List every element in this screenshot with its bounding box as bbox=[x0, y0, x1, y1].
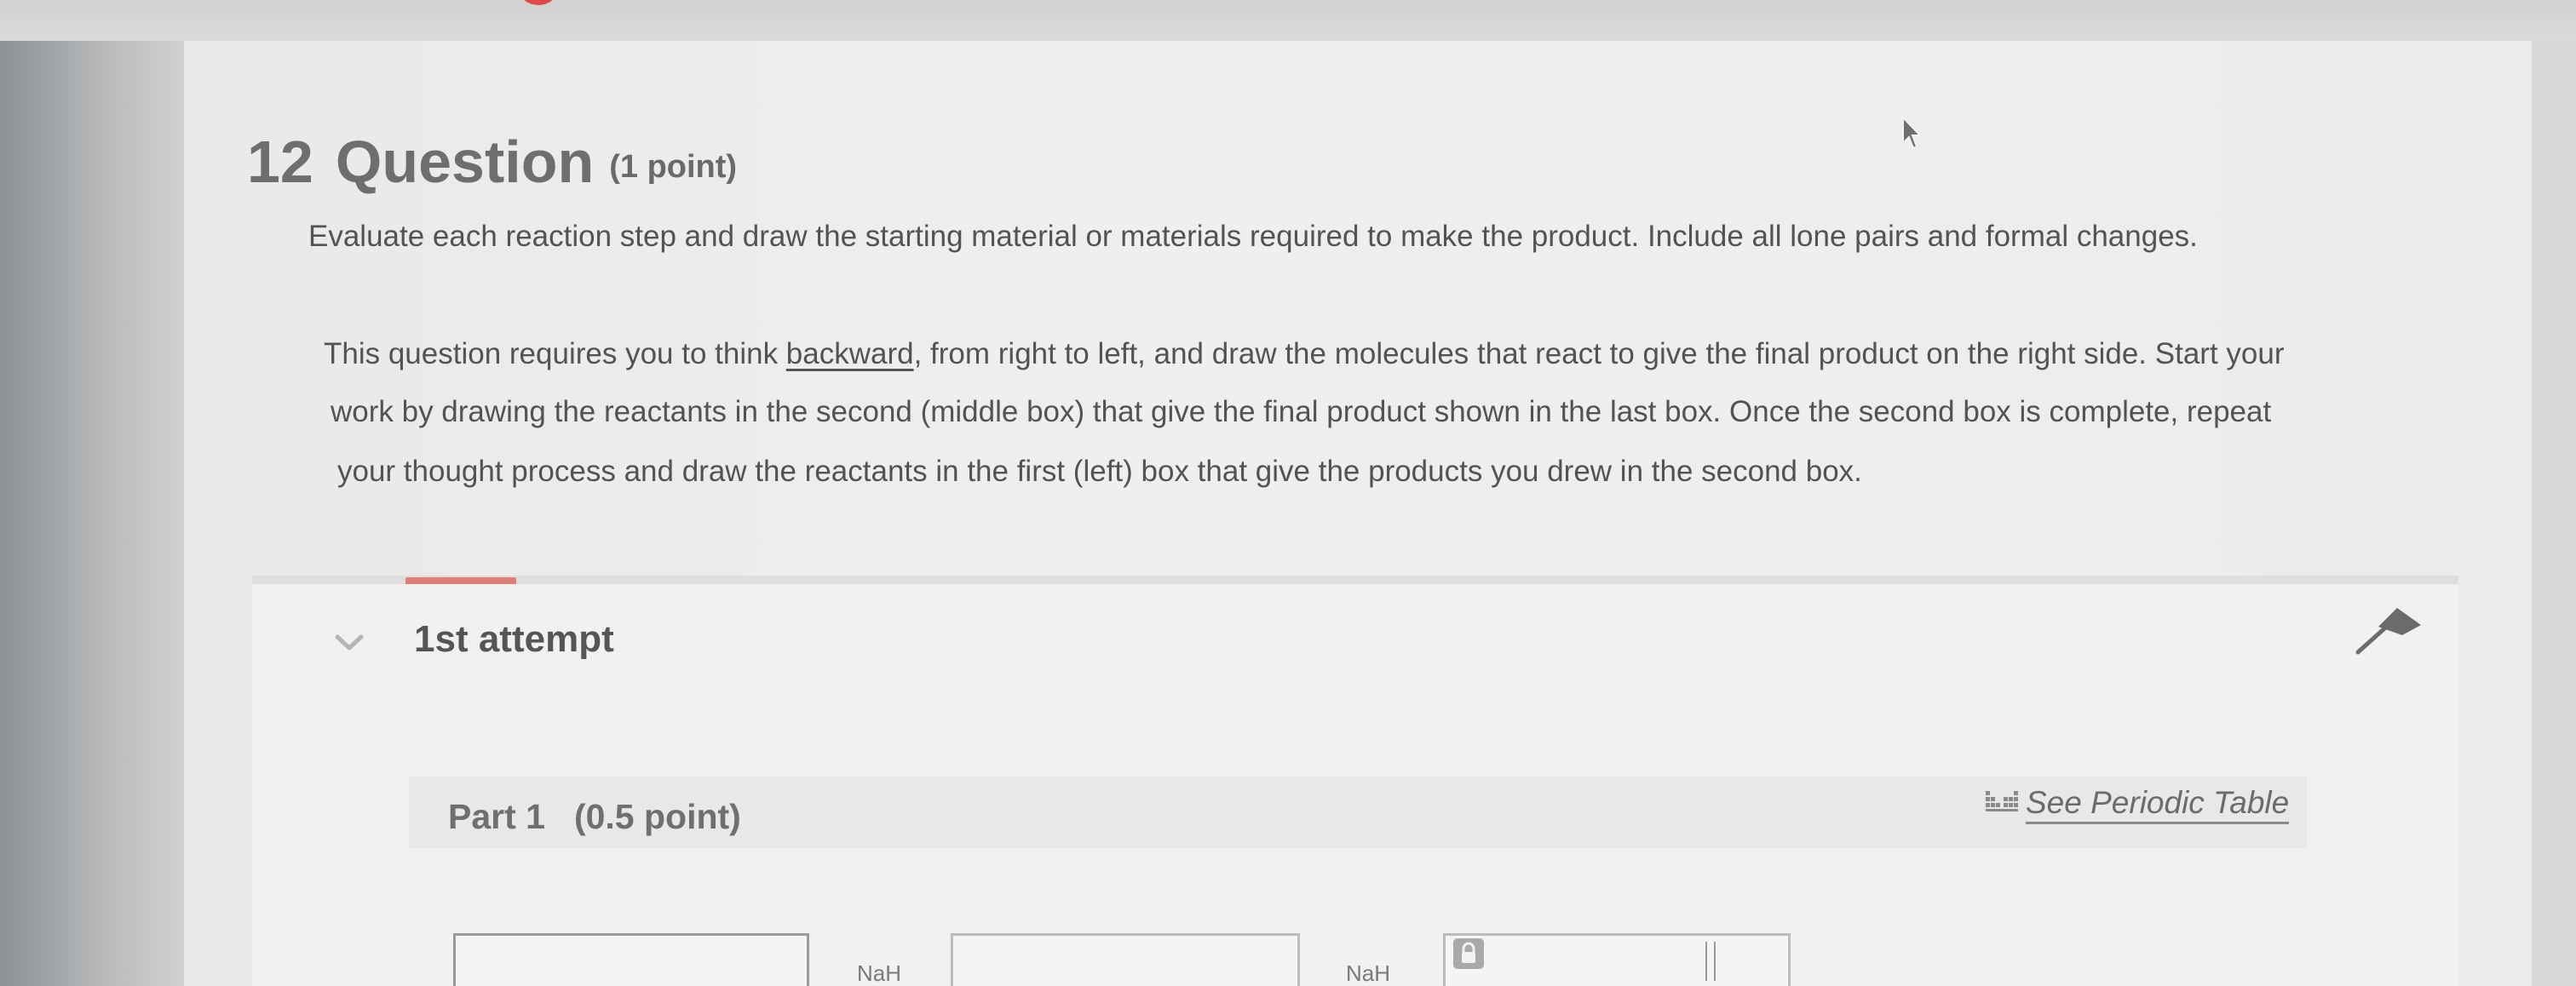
pin-icon[interactable] bbox=[2353, 605, 2426, 657]
backward-emphasis: backward bbox=[785, 337, 914, 370]
description-line-3: your thought process and draw the reacta… bbox=[337, 455, 1862, 488]
question-instruction: Evaluate each reaction step and draw the… bbox=[308, 220, 2198, 253]
periodic-table-link[interactable]: See Periodic Table bbox=[1985, 785, 2290, 824]
attempt-label[interactable]: 1st attempt bbox=[414, 618, 614, 661]
question-number: 12 bbox=[247, 129, 313, 195]
description-line-1-end: , from right to left, and draw the molec… bbox=[913, 337, 2285, 370]
screen: 12 Question (1 point) Evaluate each reacti… bbox=[0, 0, 2576, 986]
drawing-box-1[interactable] bbox=[453, 933, 809, 986]
chevron-down-icon[interactable] bbox=[334, 632, 365, 652]
periodic-table-icon bbox=[1986, 791, 2018, 811]
drawing-box-2[interactable] bbox=[951, 933, 1300, 986]
description-line-2: work by drawing the reactants in the sec… bbox=[331, 395, 2272, 428]
reagent-label-1: NaH bbox=[857, 960, 902, 986]
question-title: 12 Question (1 point) bbox=[247, 128, 737, 196]
text-cursor bbox=[1705, 942, 1716, 981]
description-line-1: This question requires you to think back… bbox=[324, 337, 2284, 371]
product-box bbox=[1443, 933, 1791, 986]
question-heading: Question bbox=[335, 129, 595, 195]
attempt-progress-track bbox=[252, 576, 2458, 584]
mouse-cursor-icon bbox=[1902, 115, 1923, 150]
periodic-table-label[interactable]: See Periodic Table bbox=[2026, 785, 2290, 824]
top-strip bbox=[0, 0, 2576, 41]
part-points: (0.5 point) bbox=[573, 797, 741, 836]
lock-icon bbox=[1453, 938, 1484, 969]
question-points: (1 point) bbox=[609, 149, 738, 185]
part-name: Part 1 bbox=[448, 797, 545, 836]
reagent-label-2: NaH bbox=[1346, 960, 1391, 986]
part-label: Part 1 (0.5 point) bbox=[448, 797, 741, 837]
description-line-1-start: This question requires you to think bbox=[324, 337, 786, 370]
